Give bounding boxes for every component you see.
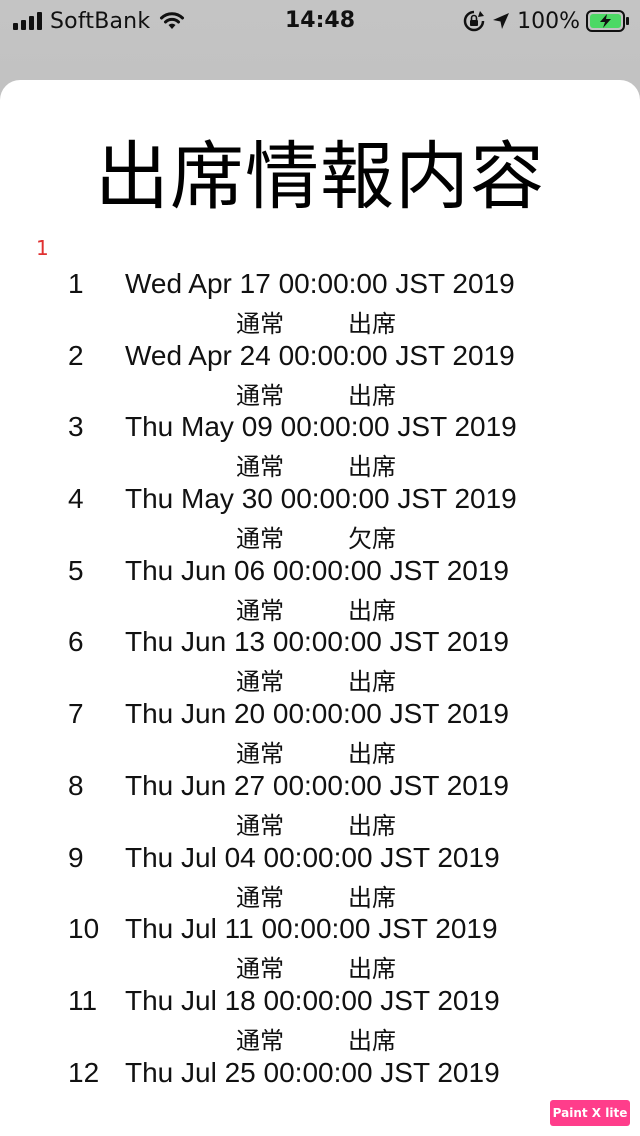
record-status: 出席 bbox=[348, 740, 396, 769]
list-item: 12 Thu Jul 25 00:00:00 JST 2019 bbox=[0, 1055, 640, 1127]
list-item: 3 Thu May 09 00:00:00 JST 2019 通常 出席 bbox=[0, 409, 640, 481]
record-number: 1 bbox=[68, 268, 84, 299]
record-type: 通常 bbox=[236, 381, 284, 410]
list-item: 9 Thu Jul 04 00:00:00 JST 2019 通常 出席 bbox=[0, 840, 640, 912]
record-date: Thu Jul 18 00:00:00 JST 2019 bbox=[125, 984, 500, 1016]
record-status: 出席 bbox=[348, 310, 396, 338]
paint-x-lite-watermark: Paint X lite bbox=[550, 1100, 630, 1126]
record-date: Thu Jun 13 00:00:00 JST 2019 bbox=[125, 626, 509, 658]
record-type: 通常 bbox=[236, 668, 284, 697]
record-status: 出席 bbox=[348, 955, 396, 984]
record-number: 4 bbox=[68, 483, 84, 515]
record-number: 6 bbox=[68, 626, 84, 658]
record-number: 12 bbox=[68, 1056, 100, 1088]
record-status: 出席 bbox=[348, 596, 396, 625]
list-item: 6 Thu Jun 13 00:00:00 JST 2019 通常 出席 bbox=[0, 624, 640, 696]
record-number: 10 bbox=[68, 913, 100, 945]
list-item: 1 Wed Apr 17 00:00:00 JST 2019 通常 出席 bbox=[0, 266, 640, 338]
record-date: Thu Jun 27 00:00:00 JST 2019 bbox=[125, 769, 509, 801]
record-status: 出席 bbox=[348, 811, 396, 840]
record-number: 7 bbox=[68, 698, 84, 730]
page-title: 出席情報内容 bbox=[95, 134, 545, 220]
record-type: 通常 bbox=[236, 740, 284, 769]
attendance-sheet: 出席情報内容 1 1 Wed Apr 17 00:00:00 JST 2019 通常… bbox=[0, 80, 640, 1136]
record-type: 通常 bbox=[236, 596, 284, 625]
record-status: 欠席 bbox=[348, 525, 396, 554]
list-item: 5 Thu Jun 06 00:00:00 JST 2019 通常 出席 bbox=[0, 553, 640, 625]
count-marker: 1 bbox=[36, 236, 49, 260]
battery-percent: 100% bbox=[517, 8, 580, 34]
record-type: 通常 bbox=[236, 453, 284, 482]
record-number: 9 bbox=[68, 841, 84, 873]
location-arrow-icon bbox=[493, 13, 510, 29]
phone-screen: SoftBank 14:48 100% 出席情報内容 1 1 Wed Apr 1… bbox=[0, 0, 640, 1136]
record-date: Wed Apr 24 00:00:00 JST 2019 bbox=[125, 339, 515, 371]
record-date: Thu May 30 00:00:00 JST 2019 bbox=[125, 483, 517, 515]
record-type: 通常 bbox=[236, 310, 284, 338]
record-number: 2 bbox=[68, 339, 84, 371]
status-bar: SoftBank 14:48 100% bbox=[0, 0, 640, 44]
record-number: 3 bbox=[68, 411, 84, 443]
record-number: 11 bbox=[68, 984, 98, 1016]
battery-charging-icon bbox=[586, 10, 629, 32]
list-item: 10 Thu Jul 11 00:00:00 JST 2019 通常 出席 bbox=[0, 911, 640, 983]
record-status: 出席 bbox=[348, 668, 396, 697]
record-status: 出席 bbox=[348, 883, 396, 912]
list-item: 11 Thu Jul 18 00:00:00 JST 2019 通常 出席 bbox=[0, 983, 640, 1055]
record-date: Thu Jun 06 00:00:00 JST 2019 bbox=[125, 554, 509, 586]
list-item: 4 Thu May 30 00:00:00 JST 2019 通常 欠席 bbox=[0, 481, 640, 553]
list-item: 2 Wed Apr 24 00:00:00 JST 2019 通常 出席 bbox=[0, 338, 640, 410]
record-type: 通常 bbox=[236, 955, 284, 984]
record-status: 出席 bbox=[348, 381, 396, 410]
record-status: 出席 bbox=[348, 1026, 396, 1055]
record-type: 通常 bbox=[236, 883, 284, 912]
record-number: 5 bbox=[68, 554, 84, 586]
list-item: 8 Thu Jun 27 00:00:00 JST 2019 通常 出席 bbox=[0, 768, 640, 840]
list-item: 7 Thu Jun 20 00:00:00 JST 2019 通常 出席 bbox=[0, 696, 640, 768]
record-date: Thu Jul 25 00:00:00 JST 2019 bbox=[125, 1056, 500, 1088]
record-date: Thu Jun 20 00:00:00 JST 2019 bbox=[125, 698, 509, 730]
record-type: 通常 bbox=[236, 525, 284, 554]
record-date: Wed Apr 17 00:00:00 JST 2019 bbox=[125, 268, 515, 299]
record-date: Thu Jul 04 00:00:00 JST 2019 bbox=[125, 841, 500, 873]
attendance-list: 1 Wed Apr 17 00:00:00 JST 2019 通常 出席 2 Wed Ap… bbox=[0, 266, 640, 1126]
record-status: 出席 bbox=[348, 453, 396, 482]
record-type: 通常 bbox=[236, 811, 284, 840]
status-right: 100% bbox=[463, 8, 630, 34]
rotation-lock-icon bbox=[463, 10, 485, 32]
record-date: Thu Jul 11 00:00:00 JST 2019 bbox=[125, 913, 498, 945]
record-type: 通常 bbox=[236, 1026, 284, 1055]
record-number: 8 bbox=[68, 769, 84, 801]
record-date: Thu May 09 00:00:00 JST 2019 bbox=[125, 411, 517, 443]
